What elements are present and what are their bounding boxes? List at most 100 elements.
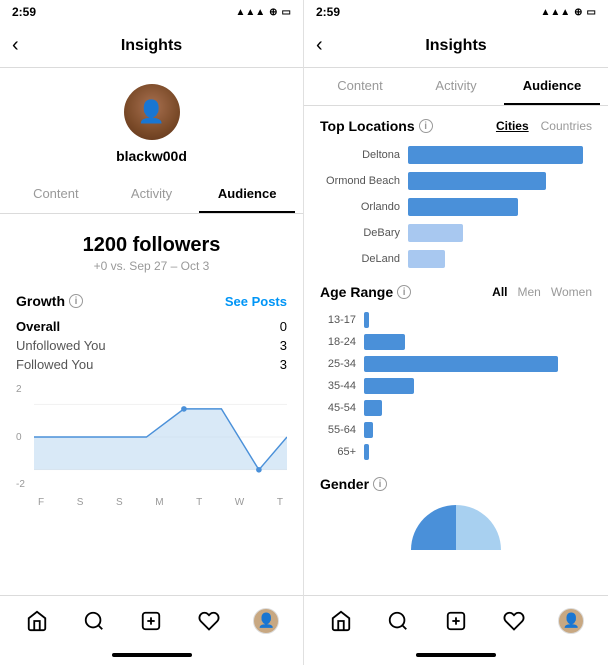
cities-tab[interactable]: Cities bbox=[496, 119, 529, 133]
followers-count: 1200 followers bbox=[0, 234, 303, 257]
add-icon bbox=[140, 610, 162, 632]
status-icons-left: ▲▲▲ ⊕ ▭ bbox=[235, 7, 291, 18]
right-panel: 2:59 ▲▲▲ ⊕ ▭ ‹ Insights Content Activity… bbox=[304, 0, 608, 665]
bar-ormond-beach: Ormond Beach bbox=[320, 172, 592, 190]
status-bar-right: 2:59 ▲▲▲ ⊕ ▭ bbox=[304, 0, 608, 24]
nav-profile-right[interactable]: 👤 bbox=[551, 601, 591, 641]
home-indicator-right bbox=[304, 645, 608, 665]
age-bar-18-24: 18-24 bbox=[320, 334, 592, 350]
nav-home-right[interactable] bbox=[321, 601, 361, 641]
nav-home-left[interactable] bbox=[17, 601, 57, 641]
tab-content-right[interactable]: Content bbox=[312, 68, 408, 105]
filter-all[interactable]: All bbox=[492, 285, 507, 299]
status-icons-right: ▲▲▲ ⊕ ▭ bbox=[540, 7, 596, 18]
left-panel: 2:59 ▲▲▲ ⊕ ▭ ‹ Insights 👤 blackw00d Cont… bbox=[0, 0, 304, 665]
bar-debary: DeBary bbox=[320, 224, 592, 242]
x-axis-labels: F S S M T W T bbox=[34, 497, 287, 508]
battery-icon-right: ▭ bbox=[587, 7, 596, 18]
gender-title: Gender i bbox=[320, 476, 592, 492]
age-bar-65plus: 65+ bbox=[320, 444, 592, 460]
locations-info-icon[interactable]: i bbox=[419, 119, 433, 133]
growth-section: Growth i See Posts Overall 0 Unfollowed … bbox=[0, 281, 303, 595]
filter-men[interactable]: Men bbox=[518, 285, 541, 299]
nav-add-left[interactable] bbox=[131, 601, 171, 641]
back-button-right[interactable]: ‹ bbox=[316, 34, 323, 57]
wifi-icon: ⊕ bbox=[269, 7, 277, 18]
status-bar-left: 2:59 ▲▲▲ ⊕ ▭ bbox=[0, 0, 303, 24]
growth-row-unfollowed: Unfollowed You 3 bbox=[16, 336, 287, 355]
nav-heart-right[interactable] bbox=[494, 601, 534, 641]
age-filter: All Men Women bbox=[492, 285, 592, 299]
growth-header: Growth i See Posts bbox=[16, 293, 287, 309]
wifi-icon-right: ⊕ bbox=[574, 7, 582, 18]
header-right: ‹ Insights bbox=[304, 24, 608, 68]
tab-activity-left[interactable]: Activity bbox=[104, 176, 200, 213]
username: blackw00d bbox=[116, 148, 187, 164]
top-locations-title: Top Locations i bbox=[320, 118, 433, 134]
age-range-section: Age Range i All Men Women 13-17 bbox=[320, 284, 592, 460]
heart-icon bbox=[198, 610, 220, 632]
location-bars: Deltona Ormond Beach Orlando bbox=[320, 146, 592, 268]
heart-icon-right bbox=[503, 610, 525, 632]
locations-sub-tabs: Cities Countries bbox=[496, 119, 592, 133]
add-icon-right bbox=[445, 610, 467, 632]
nav-search-left[interactable] bbox=[74, 601, 114, 641]
growth-title: Growth i bbox=[16, 293, 83, 309]
filter-women[interactable]: Women bbox=[551, 285, 592, 299]
y-axis-labels: 2 0 -2 bbox=[16, 382, 25, 492]
profile-avatar-right: 👤 bbox=[558, 608, 584, 634]
nav-profile-left[interactable]: 👤 bbox=[246, 601, 286, 641]
back-button-left[interactable]: ‹ bbox=[12, 34, 19, 57]
gender-pie-chart bbox=[406, 500, 506, 560]
page-title-left: Insights bbox=[121, 37, 182, 55]
top-locations-header: Top Locations i Cities Countries bbox=[320, 118, 592, 134]
signal-icon-right: ▲▲▲ bbox=[540, 7, 570, 18]
bottom-nav-right: 👤 bbox=[304, 595, 608, 645]
home-icon bbox=[26, 610, 48, 632]
nav-search-right[interactable] bbox=[378, 601, 418, 641]
age-range-title: Age Range i bbox=[320, 284, 411, 300]
age-bar-25-34: 25-34 bbox=[320, 356, 592, 372]
growth-stats: Overall 0 Unfollowed You 3 Followed You … bbox=[16, 317, 287, 374]
profile-section: 👤 blackw00d bbox=[0, 68, 303, 176]
bar-deltona: Deltona bbox=[320, 146, 592, 164]
tab-audience-right[interactable]: Audience bbox=[504, 68, 600, 105]
growth-chart: 2 0 -2 F S S M T bbox=[16, 382, 287, 512]
home-indicator-left bbox=[0, 645, 303, 665]
tab-content-left[interactable]: Content bbox=[8, 176, 104, 213]
growth-row-overall: Overall 0 bbox=[16, 317, 287, 336]
gender-pie bbox=[320, 500, 592, 560]
age-bars: 13-17 18-24 25-34 bbox=[320, 312, 592, 460]
tabs-left: Content Activity Audience bbox=[0, 176, 303, 214]
age-bar-13-17: 13-17 bbox=[320, 312, 592, 328]
nav-heart-left[interactable] bbox=[189, 601, 229, 641]
countries-tab[interactable]: Countries bbox=[541, 119, 592, 133]
profile-avatar-left: 👤 bbox=[253, 608, 279, 634]
avatar[interactable]: 👤 bbox=[124, 84, 180, 140]
search-icon bbox=[83, 610, 105, 632]
see-posts-button[interactable]: See Posts bbox=[225, 294, 287, 309]
tabs-right: Content Activity Audience bbox=[304, 68, 608, 106]
right-content: Top Locations i Cities Countries Deltona bbox=[304, 106, 608, 595]
nav-add-right[interactable] bbox=[436, 601, 476, 641]
gender-info-icon[interactable]: i bbox=[373, 477, 387, 491]
chart-svg bbox=[34, 382, 287, 492]
time-right: 2:59 bbox=[316, 5, 340, 19]
top-locations-section: Top Locations i Cities Countries Deltona bbox=[320, 118, 592, 268]
age-bar-45-54: 45-54 bbox=[320, 400, 592, 416]
search-icon-right bbox=[387, 610, 409, 632]
battery-icon: ▭ bbox=[282, 7, 291, 18]
tab-audience-left[interactable]: Audience bbox=[199, 176, 295, 213]
home-icon-right bbox=[330, 610, 352, 632]
tab-activity-right[interactable]: Activity bbox=[408, 68, 504, 105]
page-title-right: Insights bbox=[425, 37, 486, 55]
age-bar-55-64: 55-64 bbox=[320, 422, 592, 438]
growth-row-followed: Followed You 3 bbox=[16, 355, 287, 374]
time-left: 2:59 bbox=[12, 5, 36, 19]
signal-icon: ▲▲▲ bbox=[235, 7, 265, 18]
age-info-icon[interactable]: i bbox=[397, 285, 411, 299]
followers-section: 1200 followers +0 vs. Sep 27 – Oct 3 bbox=[0, 214, 303, 281]
growth-info-icon[interactable]: i bbox=[69, 294, 83, 308]
bottom-nav-left: 👤 bbox=[0, 595, 303, 645]
bar-orlando: Orlando bbox=[320, 198, 592, 216]
